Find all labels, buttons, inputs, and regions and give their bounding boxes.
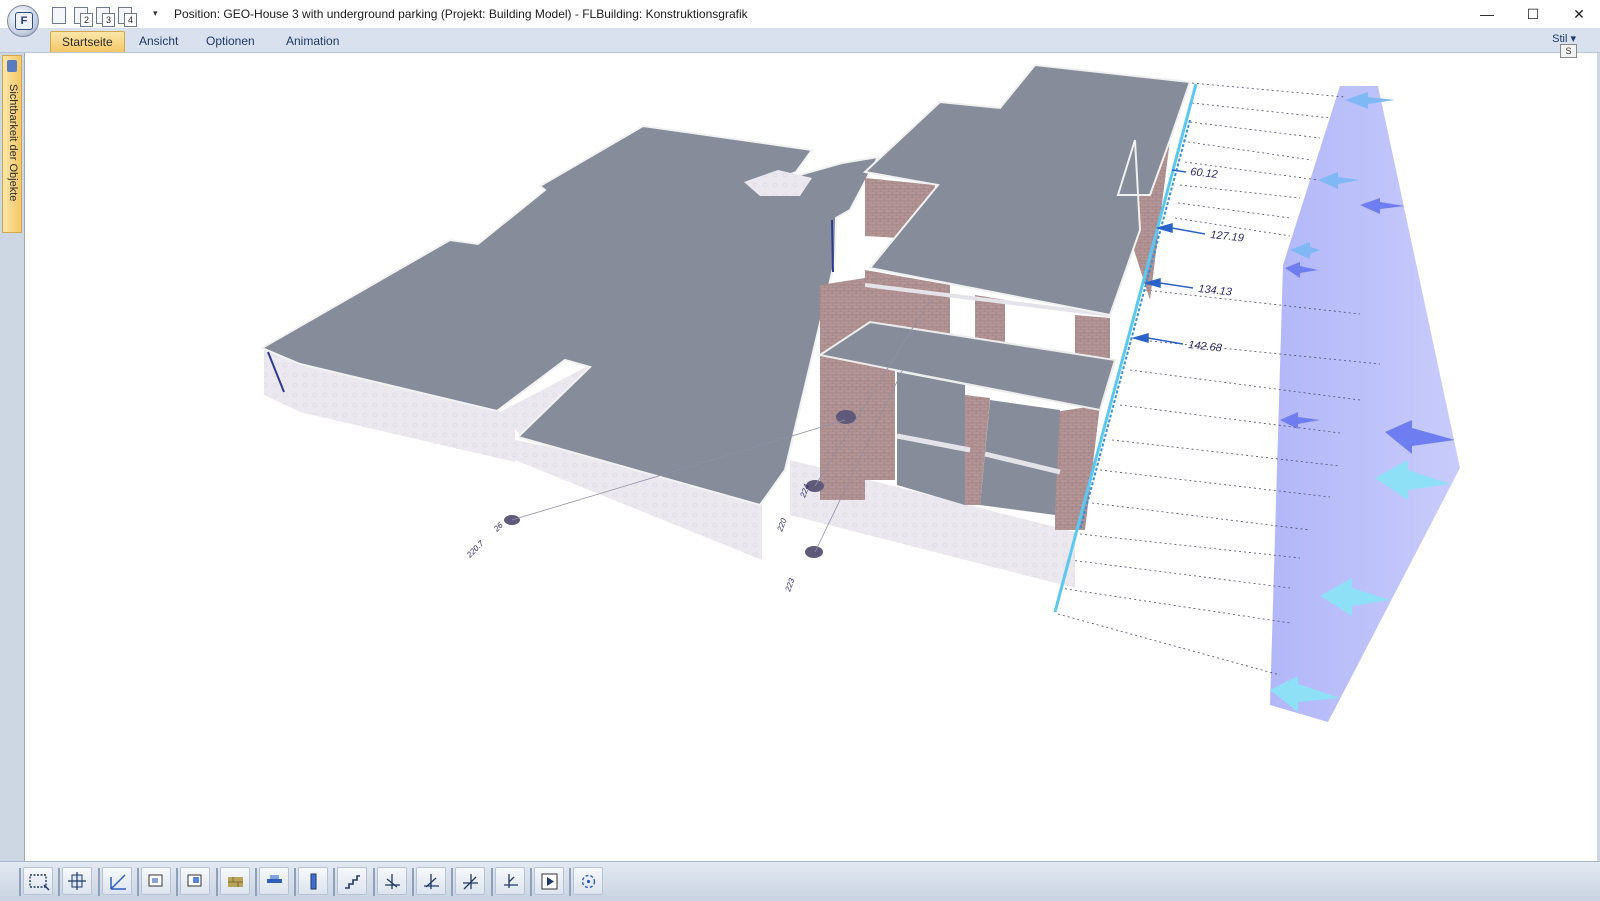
- toolbar-separator: [136, 868, 139, 896]
- app-logo: F: [15, 12, 33, 30]
- wall-icon[interactable]: [219, 867, 250, 895]
- close-button[interactable]: ✕: [1556, 0, 1600, 28]
- marker-label: 223: [783, 577, 797, 594]
- marker-label: 220.7: [464, 539, 486, 561]
- toolbar-separator: [294, 868, 297, 896]
- toolbar-separator: [97, 868, 100, 896]
- side-panel: Sichtbarkeit der Objekte: [0, 53, 25, 861]
- tab-animation[interactable]: Animation: [275, 31, 350, 51]
- toolbar-separator: [529, 868, 532, 896]
- axis-icon[interactable]: [101, 867, 132, 895]
- brick-wall: [820, 350, 895, 480]
- window-title: Position: GEO-House 3 with underground p…: [174, 7, 748, 21]
- ribbon: Startseite Ansicht Optionen Animation St…: [0, 28, 1600, 53]
- qat-number: 3: [102, 13, 115, 27]
- document-3-icon[interactable]: 3: [94, 6, 115, 27]
- column-edge: [831, 219, 834, 273]
- marker-label: 220: [775, 517, 789, 534]
- qat-number: 4: [124, 13, 137, 27]
- bottom-toolbar: [0, 861, 1600, 901]
- quick-access-more-button[interactable]: ▾: [153, 8, 158, 19]
- visibility-tab-label: Sichtbarkeit der Objekte: [7, 84, 19, 202]
- app-menu-button[interactable]: F: [7, 5, 39, 37]
- toolbar-separator: [254, 868, 257, 896]
- toolbar-separator: [19, 868, 21, 896]
- toolbar-separator: [215, 868, 218, 896]
- wind-load-panel: [1270, 86, 1460, 722]
- play-icon[interactable]: [533, 867, 564, 895]
- qat-number: 2: [80, 13, 93, 27]
- toolbar-separator: [176, 868, 179, 896]
- minimize-button[interactable]: —: [1464, 0, 1510, 28]
- visibility-icon: [7, 60, 17, 72]
- style-key-tip: S: [1560, 44, 1577, 58]
- wind-label: 127.19: [1210, 229, 1245, 244]
- toolbar-separator: [569, 868, 572, 896]
- toolbar-separator: [372, 868, 375, 896]
- toolbar-separator: [490, 868, 493, 896]
- 3d-viewport[interactable]: 60.12 127.19 134.13 142.68 220.7 26 220 …: [26, 53, 1597, 861]
- wind-label: 60.12: [1190, 166, 1219, 181]
- slab-icon[interactable]: [258, 867, 289, 895]
- view-front-icon[interactable]: [140, 867, 171, 895]
- dimension-2-icon[interactable]: [416, 867, 446, 895]
- marker-label: 26: [491, 520, 505, 534]
- select-rect-icon[interactable]: [23, 867, 53, 895]
- building-model-graphic: 60.12 127.19 134.13 142.68 220.7 26 220 …: [259, 63, 1460, 722]
- title-bar: 2 3 4 ▾ Position: GEO-House 3 with under…: [0, 0, 1600, 28]
- tab-optionen[interactable]: Optionen: [195, 31, 266, 51]
- toolbar-separator: [451, 868, 454, 896]
- document-4-icon[interactable]: 4: [116, 6, 137, 27]
- visibility-tab[interactable]: Sichtbarkeit der Objekte: [2, 55, 22, 233]
- tab-startseite[interactable]: Startseite: [50, 31, 125, 52]
- orbit-icon[interactable]: [573, 867, 604, 895]
- maximize-button[interactable]: ☐: [1510, 0, 1556, 28]
- toolbar-separator: [333, 868, 336, 896]
- toolbar-separator: [412, 868, 414, 896]
- column-icon[interactable]: [298, 867, 329, 895]
- dimension-3-icon[interactable]: [455, 867, 486, 895]
- rotate-icon[interactable]: [494, 867, 525, 895]
- dimension-1-icon[interactable]: [376, 867, 407, 895]
- document-icon[interactable]: [50, 6, 70, 26]
- pan-icon[interactable]: [62, 867, 93, 895]
- tab-ansicht[interactable]: Ansicht: [128, 31, 189, 51]
- stairs-icon[interactable]: [337, 867, 368, 895]
- toolbar-separator: [58, 868, 61, 896]
- view-side-icon[interactable]: [180, 867, 211, 895]
- wind-label: 142.68: [1188, 339, 1224, 355]
- document-2-icon[interactable]: 2: [72, 6, 93, 27]
- wind-label: 134.13: [1198, 283, 1234, 299]
